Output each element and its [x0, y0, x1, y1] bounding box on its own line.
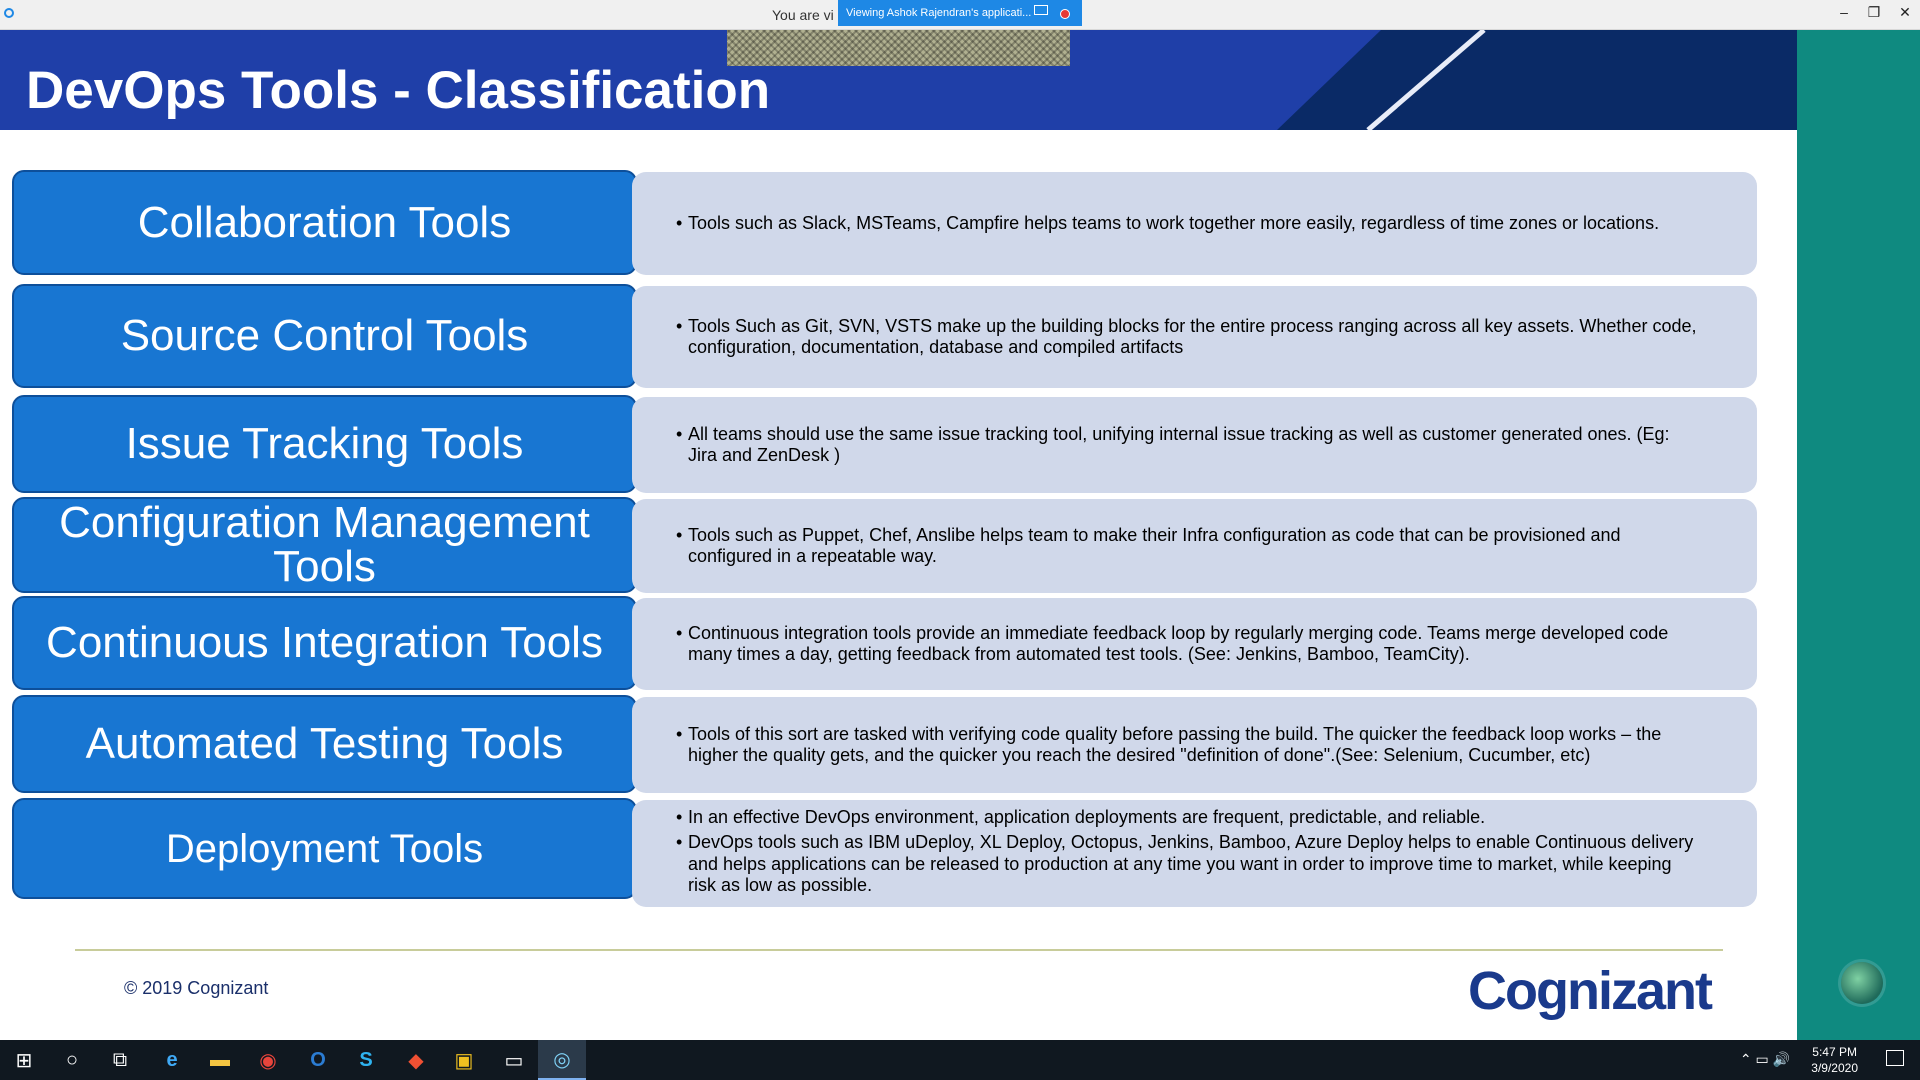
side-teal-panel [1797, 30, 1920, 1040]
desc-deployment: In an effective DevOps environment, appl… [632, 800, 1757, 907]
git-icon[interactable]: ◆ [392, 1040, 440, 1080]
taskbar-clock[interactable]: 5:47 PM 3/9/2020 [1811, 1044, 1858, 1076]
windows-start-icon[interactable]: ⊞ [0, 1040, 48, 1080]
desc-source-control: Tools Such as Git, SVN, VSTS make up the… [632, 286, 1757, 388]
viewing-text: You are vi [772, 7, 834, 23]
monitor-icon[interactable] [1034, 5, 1048, 15]
footer-divider [75, 949, 1723, 951]
label-automated-testing-tools: Automated Testing Tools [12, 695, 637, 793]
search-icon[interactable]: ○ [48, 1040, 96, 1080]
sticky-app-icon[interactable]: ▣ [440, 1040, 488, 1080]
bullet-text: Tools of this sort are tasked with verif… [676, 724, 1697, 767]
copyright-text: © 2019 Cognizant [124, 978, 269, 998]
label-configuration-management-tools: Configuration Management Tools [12, 497, 637, 593]
webex-icon[interactable]: ◎ [538, 1040, 586, 1080]
system-tray-icons[interactable]: ⌃ ▭ 🔊 [1740, 1051, 1790, 1068]
bullet-text: Tools Such as Git, SVN, VSTS make up the… [676, 316, 1697, 359]
label-collaboration-tools: Collaboration Tools [12, 170, 637, 275]
file-explorer-icon[interactable]: ▬ [196, 1040, 244, 1080]
skype-icon[interactable]: S [342, 1040, 390, 1080]
bullet-text: Continuous integration tools provide an … [676, 623, 1697, 666]
bullet-text: DevOps tools such as IBM uDeploy, XL Dep… [676, 832, 1697, 897]
restore-button[interactable]: ❐ [1864, 4, 1884, 21]
label-continuous-integration-tools: Continuous Integration Tools [12, 596, 637, 690]
task-view-icon[interactable]: ⧉ [96, 1040, 144, 1080]
header-slash-decoration [1366, 30, 1486, 130]
record-icon[interactable] [1060, 9, 1070, 19]
clock-date: 3/9/2020 [1811, 1061, 1858, 1075]
chrome-icon[interactable]: ◉ [244, 1040, 292, 1080]
desc-configuration-management: Tools such as Puppet, Chef, Anslibe help… [632, 499, 1757, 593]
screen-share-banner-text: Viewing Ashok Rajendran's applicati... [846, 7, 1032, 19]
bullet-text: All teams should use the same issue trac… [676, 424, 1697, 467]
screen-share-banner[interactable]: Viewing Ashok Rajendran's applicati... [838, 0, 1082, 26]
notification-center-icon[interactable] [1886, 1050, 1904, 1066]
minimize-button[interactable]: – [1834, 4, 1854, 20]
label-deployment-tools: Deployment Tools [12, 798, 637, 899]
clock-time: 5:47 PM [1812, 1045, 1857, 1059]
terminal-icon[interactable]: ▭ [490, 1040, 538, 1080]
close-button[interactable]: ✕ [1895, 4, 1915, 21]
window-title-bar: You are vi Viewing Ashok Rajendran's app… [0, 0, 1920, 30]
slide-title: DevOps Tools - Classification [26, 61, 771, 120]
edge-browser-icon[interactable]: e [148, 1040, 196, 1080]
outlook-icon[interactable]: O [294, 1040, 342, 1080]
desc-issue-tracking: All teams should use the same issue trac… [632, 397, 1757, 493]
app-icon [4, 8, 14, 18]
bullet-text: Tools such as Puppet, Chef, Anslibe help… [676, 525, 1697, 568]
header-hatch-pattern [727, 30, 1070, 66]
header-dark-accent [1277, 30, 1797, 130]
label-source-control-tools: Source Control Tools [12, 284, 637, 388]
label-issue-tracking-tools: Issue Tracking Tools [12, 395, 637, 493]
slide-header: DevOps Tools - Classification [0, 30, 1797, 130]
cognizant-logo: Cognizant [1468, 961, 1713, 1021]
desc-automated-testing: Tools of this sort are tasked with verif… [632, 697, 1757, 793]
bullet-text: In an effective DevOps environment, appl… [676, 807, 1697, 829]
assistant-orb-icon[interactable] [1841, 962, 1883, 1004]
bullet-list: In an effective DevOps environment, appl… [676, 807, 1697, 901]
windows-taskbar: ⊞ ○ ⧉ e ▬ ◉ O S ◆ ▣ ▭ ◎ ⌃ ▭ 🔊 5:47 PM 3/… [0, 1040, 1920, 1080]
desc-collaboration: Tools such as Slack, MSTeams, Campfire h… [632, 172, 1757, 275]
desc-continuous-integration: Continuous integration tools provide an … [632, 598, 1757, 690]
bullet-text: Tools such as Slack, MSTeams, Campfire h… [676, 213, 1697, 235]
